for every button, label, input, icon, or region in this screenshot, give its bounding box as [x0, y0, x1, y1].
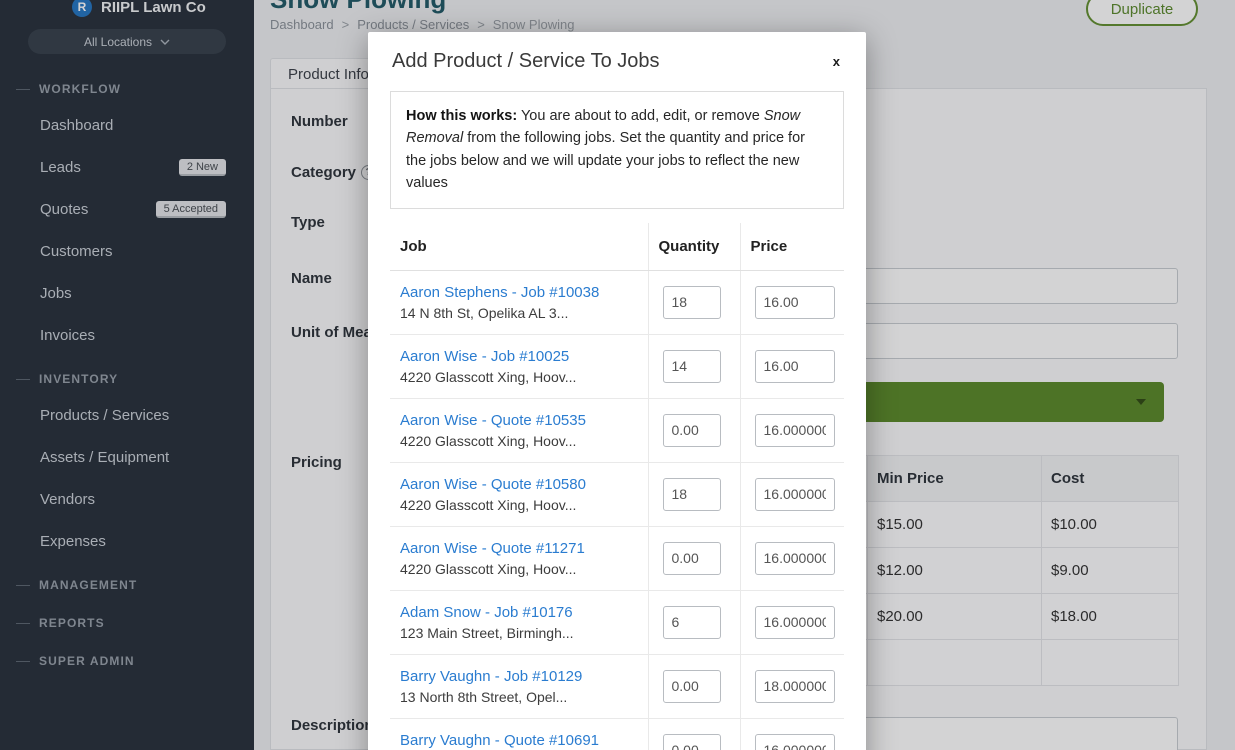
how-it-works-note: How this works: You are about to add, ed…: [390, 91, 844, 209]
quantity-input[interactable]: [663, 734, 721, 750]
job-link[interactable]: Aaron Wise - Quote #11271: [400, 540, 638, 557]
job-address: 4220 Glasscott Xing, Hoov...: [400, 561, 638, 577]
price-input[interactable]: [755, 350, 835, 383]
price-input[interactable]: [755, 606, 835, 639]
job-address: 14 N 8th St, Opelika AL 3...: [400, 305, 638, 321]
job-row: Aaron Wise - Quote #10580 4220 Glasscott…: [390, 462, 844, 526]
job-link[interactable]: Aaron Wise - Quote #10535: [400, 412, 638, 429]
jobs-table-header-row: Job Quantity Price: [390, 223, 844, 271]
price-input[interactable]: [755, 478, 835, 511]
job-row: Aaron Wise - Quote #10535 4220 Glasscott…: [390, 398, 844, 462]
quantity-input[interactable]: [663, 350, 721, 383]
job-row: Aaron Wise - Job #10025 4220 Glasscott X…: [390, 334, 844, 398]
quantity-input[interactable]: [663, 542, 721, 575]
job-link[interactable]: Barry Vaughn - Job #10129: [400, 668, 638, 685]
job-row: Barry Vaughn - Quote #10691 13 North 8th…: [390, 718, 844, 750]
jobs-col-quantity: Quantity: [648, 223, 740, 271]
job-address: 13 North 8th Street, Opel...: [400, 689, 638, 705]
modal-body: How this works: You are about to add, ed…: [368, 83, 866, 750]
jobs-table: Job Quantity Price Aaron Stephens - Job …: [390, 223, 844, 750]
job-link[interactable]: Adam Snow - Job #10176: [400, 604, 638, 621]
job-link[interactable]: Aaron Stephens - Job #10038: [400, 284, 638, 301]
quantity-input[interactable]: [663, 670, 721, 703]
close-icon[interactable]: x: [831, 50, 842, 73]
job-address: 4220 Glasscott Xing, Hoov...: [400, 497, 638, 513]
add-product-modal: Add Product / Service To Jobs x How this…: [368, 32, 866, 750]
price-input[interactable]: [755, 286, 835, 319]
how-it-works-lead: How this works:: [406, 108, 517, 124]
quantity-input[interactable]: [663, 478, 721, 511]
price-input[interactable]: [755, 670, 835, 703]
modal-header: Add Product / Service To Jobs x: [368, 32, 866, 83]
price-input[interactable]: [755, 734, 835, 750]
job-address: 4220 Glasscott Xing, Hoov...: [400, 433, 638, 449]
modal-title: Add Product / Service To Jobs: [392, 50, 660, 73]
jobs-col-price: Price: [740, 223, 844, 271]
job-address: 4220 Glasscott Xing, Hoov...: [400, 369, 638, 385]
price-input[interactable]: [755, 542, 835, 575]
job-row: Aaron Stephens - Job #10038 14 N 8th St,…: [390, 270, 844, 334]
quantity-input[interactable]: [663, 606, 721, 639]
job-row: Adam Snow - Job #10176 123 Main Street, …: [390, 590, 844, 654]
quantity-input[interactable]: [663, 286, 721, 319]
job-address: 123 Main Street, Birmingh...: [400, 625, 638, 641]
jobs-col-job: Job: [390, 223, 648, 271]
quantity-input[interactable]: [663, 414, 721, 447]
job-link[interactable]: Barry Vaughn - Quote #10691: [400, 732, 638, 749]
price-input[interactable]: [755, 414, 835, 447]
job-link[interactable]: Aaron Wise - Job #10025: [400, 348, 638, 365]
job-row: Aaron Wise - Quote #11271 4220 Glasscott…: [390, 526, 844, 590]
job-link[interactable]: Aaron Wise - Quote #10580: [400, 476, 638, 493]
job-row: Barry Vaughn - Job #10129 13 North 8th S…: [390, 654, 844, 718]
